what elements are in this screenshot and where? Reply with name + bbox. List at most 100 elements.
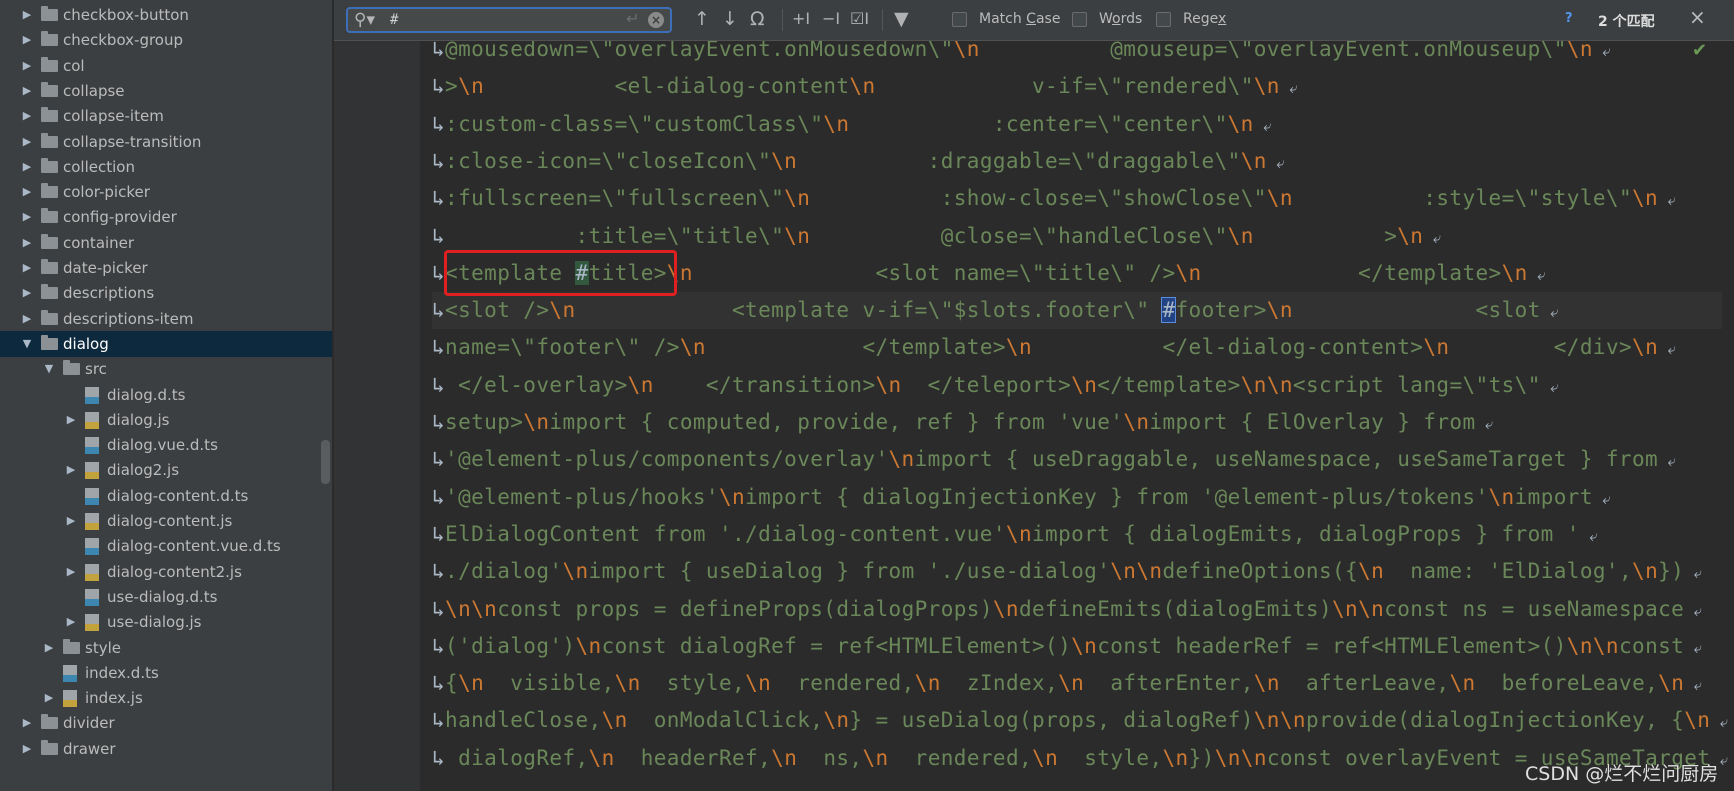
inspection-ok-icon: ✔	[1692, 40, 1708, 61]
tree-item-dialog-content-d-ts[interactable]: dialog-content.d.ts	[0, 483, 332, 509]
tree-item-divider[interactable]: ▶ divider	[0, 710, 332, 736]
tree-item-dialog-d-ts[interactable]: dialog.d.ts	[0, 382, 332, 408]
tree-item-dialog-content-vue-d-ts[interactable]: dialog-content.vue.d.ts	[0, 533, 332, 559]
soft-wrap-icon: ↳	[432, 372, 446, 397]
expand-arrow-icon[interactable]: ▶	[20, 230, 34, 256]
tree-item-index-d-ts[interactable]: index.d.ts	[0, 660, 332, 686]
match-case-label[interactable]: Match Case	[979, 11, 1060, 27]
expand-arrow-icon[interactable]: ▶	[64, 609, 78, 635]
clear-search-icon[interactable]: ×	[648, 12, 664, 28]
words-checkbox[interactable]	[1072, 12, 1087, 27]
tree-item-src[interactable]: ▼ src	[0, 356, 332, 382]
tree-item-index-js[interactable]: ▶ index.js	[0, 685, 332, 711]
tree-item-dialog-content2-js[interactable]: ▶ dialog-content2.js	[0, 559, 332, 585]
search-history-icon[interactable]: ⚲▾	[354, 10, 375, 30]
match-case-checkbox[interactable]	[952, 12, 967, 27]
expand-arrow-icon[interactable]: ▶	[20, 154, 34, 180]
tree-item-collection[interactable]: ▶ collection	[0, 154, 332, 180]
expand-arrow-icon[interactable]: ▶	[20, 179, 34, 205]
tree-item-color-picker[interactable]: ▶ color-picker	[0, 179, 332, 205]
code-token: \n	[1266, 298, 1476, 323]
expand-arrow-icon[interactable]: ▶	[20, 2, 34, 28]
tree-item-style[interactable]: ▶ style	[0, 635, 332, 661]
search-input[interactable]	[390, 11, 590, 29]
code-token: \n	[679, 335, 863, 360]
tree-item-dialog-vue-d-ts[interactable]: dialog.vue.d.ts	[0, 432, 332, 458]
tree-item-container[interactable]: ▶ container	[0, 230, 332, 256]
remove-occurrence-icon[interactable]: −I	[822, 8, 840, 30]
filter-icon[interactable]: ▼	[894, 8, 909, 30]
tree-item-dialog[interactable]: ▼ dialog	[0, 330, 332, 357]
tree-item-label: config-provider	[63, 208, 177, 227]
code-token: \n	[1005, 335, 1163, 360]
expand-arrow-icon[interactable]: ▶	[20, 129, 34, 155]
find-bar: ⚲▾ ↵ × ↑ ↓ Ω +I −I ☑I ▼ Match Case Words…	[334, 0, 1734, 41]
expand-arrow-icon[interactable]: ▶	[20, 27, 34, 53]
tree-item-drawer[interactable]: ▶ drawer	[0, 736, 332, 762]
folder-icon	[41, 208, 58, 224]
tree-item-descriptions[interactable]: ▶ descriptions	[0, 280, 332, 306]
words-label[interactable]: Words	[1099, 11, 1142, 27]
code-token: \n	[614, 671, 641, 696]
tree-item-checkbox-group[interactable]: ▶ checkbox-group	[0, 27, 332, 53]
code-token: dialogRef,	[445, 745, 589, 770]
regex-help-icon[interactable]: ?	[1565, 11, 1573, 26]
close-find-icon[interactable]: ×	[1689, 5, 1706, 29]
find-in-file-options-icon[interactable]: Ω	[750, 8, 765, 30]
code-token: >	[1384, 223, 1398, 248]
code-token: \n	[875, 372, 928, 397]
expand-arrow-icon[interactable]: ▶	[20, 736, 34, 762]
tree-item-dialog2-js[interactable]: ▶ dialog2.js	[0, 457, 332, 483]
tree-item-collapse-item[interactable]: ▶ collapse-item	[0, 103, 332, 129]
expand-arrow-icon[interactable]: ▶	[64, 457, 78, 483]
expand-arrow-icon[interactable]: ▶	[64, 508, 78, 534]
tree-item-collapse[interactable]: ▶ collapse	[0, 78, 332, 104]
expand-arrow-icon[interactable]: ▶	[20, 280, 34, 306]
expand-arrow-icon[interactable]: ▶	[20, 255, 34, 281]
tree-item-collapse-transition[interactable]: ▶ collapse-transition	[0, 129, 332, 155]
expand-arrow-icon[interactable]: ▶	[20, 53, 34, 79]
regex-label[interactable]: Regex	[1183, 11, 1226, 27]
select-all-occurrences-icon[interactable]: ☑I	[850, 8, 869, 30]
tree-item-date-picker[interactable]: ▶ date-picker	[0, 255, 332, 281]
expand-arrow-icon[interactable]: ▶	[42, 685, 56, 711]
expand-arrow-icon[interactable]: ▶	[20, 204, 34, 230]
previous-occurrence-icon[interactable]: ↑	[694, 8, 710, 30]
expand-arrow-icon[interactable]: ▶	[42, 635, 56, 661]
search-field[interactable]: ⚲▾ ↵ ×	[346, 7, 672, 33]
folder-icon	[41, 183, 58, 199]
add-occurrence-icon[interactable]: +I	[792, 8, 810, 30]
code-token: \n	[575, 633, 602, 658]
tree-item-dialog-js[interactable]: ▶ dialog.js	[0, 407, 332, 433]
tree-item-dialog-content-js[interactable]: ▶ dialog-content.js	[0, 508, 332, 534]
wrap-continuation-icon: ⤶	[1423, 228, 1442, 247]
regex-checkbox[interactable]	[1156, 12, 1171, 27]
tree-item-checkbox-button[interactable]: ▶ checkbox-button	[0, 2, 332, 28]
folder-icon	[41, 81, 58, 97]
expand-arrow-icon[interactable]: ▶	[20, 78, 34, 104]
expand-arrow-icon[interactable]: ▶	[20, 710, 34, 736]
collapse-arrow-icon[interactable]: ▼	[20, 331, 34, 357]
tree-item-descriptions-item[interactable]: ▶ descriptions-item	[0, 306, 332, 332]
tree-item-config-provider[interactable]: ▶ config-provider	[0, 204, 332, 230]
wrap-continuation-icon: ⤶	[1592, 489, 1612, 508]
code-editor[interactable]: ↳@mousedown=\"overlayEvent.onMousedown\"…	[420, 0, 1734, 791]
tree-item-use-dialog-d-ts[interactable]: use-dialog.d.ts	[0, 584, 332, 610]
tree-item-col[interactable]: ▶ col	[0, 53, 332, 79]
expand-arrow-icon[interactable]: ▶	[64, 407, 78, 433]
tree-item-label: color-picker	[63, 183, 150, 202]
newline-icon[interactable]: ↵	[626, 9, 639, 28]
code-token: \n	[627, 372, 706, 397]
next-occurrence-icon[interactable]: ↓	[722, 8, 738, 30]
expand-arrow-icon[interactable]: ▶	[20, 306, 34, 332]
tree-item-use-dialog-js[interactable]: ▶ use-dialog.js	[0, 609, 332, 635]
code-token: const headerRef = ref<HTMLElement>()	[1097, 633, 1567, 658]
collapse-arrow-icon[interactable]: ▼	[42, 356, 56, 382]
tree-item-label: drawer	[63, 739, 116, 758]
highlight-annotation-box	[444, 250, 677, 296]
code-token: :fullscreen=\"fullscreen\"	[445, 186, 785, 211]
code-token: :title=\"title\"	[445, 223, 785, 248]
expand-arrow-icon[interactable]: ▶	[64, 559, 78, 585]
expand-arrow-icon[interactable]: ▶	[20, 103, 34, 129]
tree-scrollbar[interactable]	[321, 440, 330, 484]
